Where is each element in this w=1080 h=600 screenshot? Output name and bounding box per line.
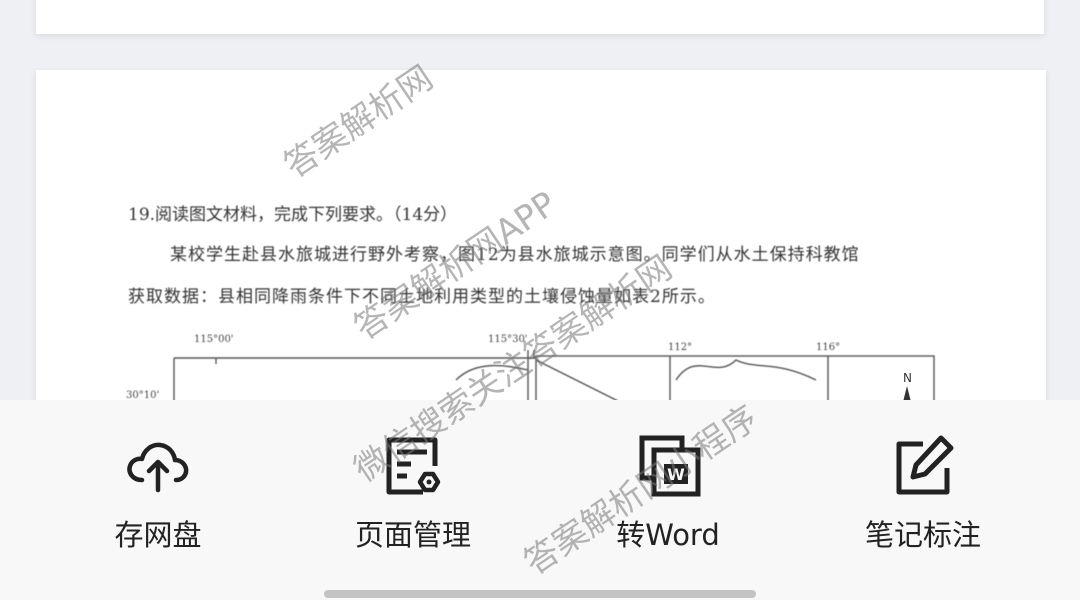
previous-page-card <box>36 0 1044 34</box>
home-indicator[interactable] <box>324 590 756 598</box>
convert-to-word-button[interactable]: W 转Word <box>568 430 768 554</box>
bottom-action-panel: 存网盘 页面管理 W 转Word 笔记标注 <box>0 400 1080 600</box>
question-title: 19.阅读图文材料，完成下列要求。（14分） <box>128 205 458 225</box>
document-page-card[interactable]: 19.阅读图文材料，完成下列要求。（14分） 某校学生赴县水旅城进行野外考察，图… <box>36 70 1046 410</box>
page-settings-icon <box>386 437 441 495</box>
word-convert-icon: W <box>639 435 701 497</box>
cloud-upload-icon <box>127 442 189 493</box>
page-management-button[interactable]: 页面管理 <box>313 430 513 554</box>
svg-text:W: W <box>667 465 685 484</box>
convert-to-word-label: 转Word <box>616 518 720 552</box>
note-annotation-button[interactable]: 笔记标注 <box>823 430 1023 554</box>
question-text-line: 某校学生赴县水旅城进行野外考察，图12为县水旅城示意图。同学们从水土保持科教馆 <box>170 245 860 265</box>
save-to-cloud-label: 存网盘 <box>114 518 202 552</box>
save-to-cloud-button[interactable]: 存网盘 <box>58 430 258 554</box>
edit-note-icon <box>896 435 954 495</box>
page-management-label: 页面管理 <box>354 518 471 552</box>
note-annotation-label: 笔记标注 <box>864 518 981 552</box>
question-text-line: 获取数据：县相同降雨条件下不同土地利用类型的土壤侵蚀量如表2所示。 <box>128 287 716 307</box>
north-label: N <box>903 371 912 385</box>
